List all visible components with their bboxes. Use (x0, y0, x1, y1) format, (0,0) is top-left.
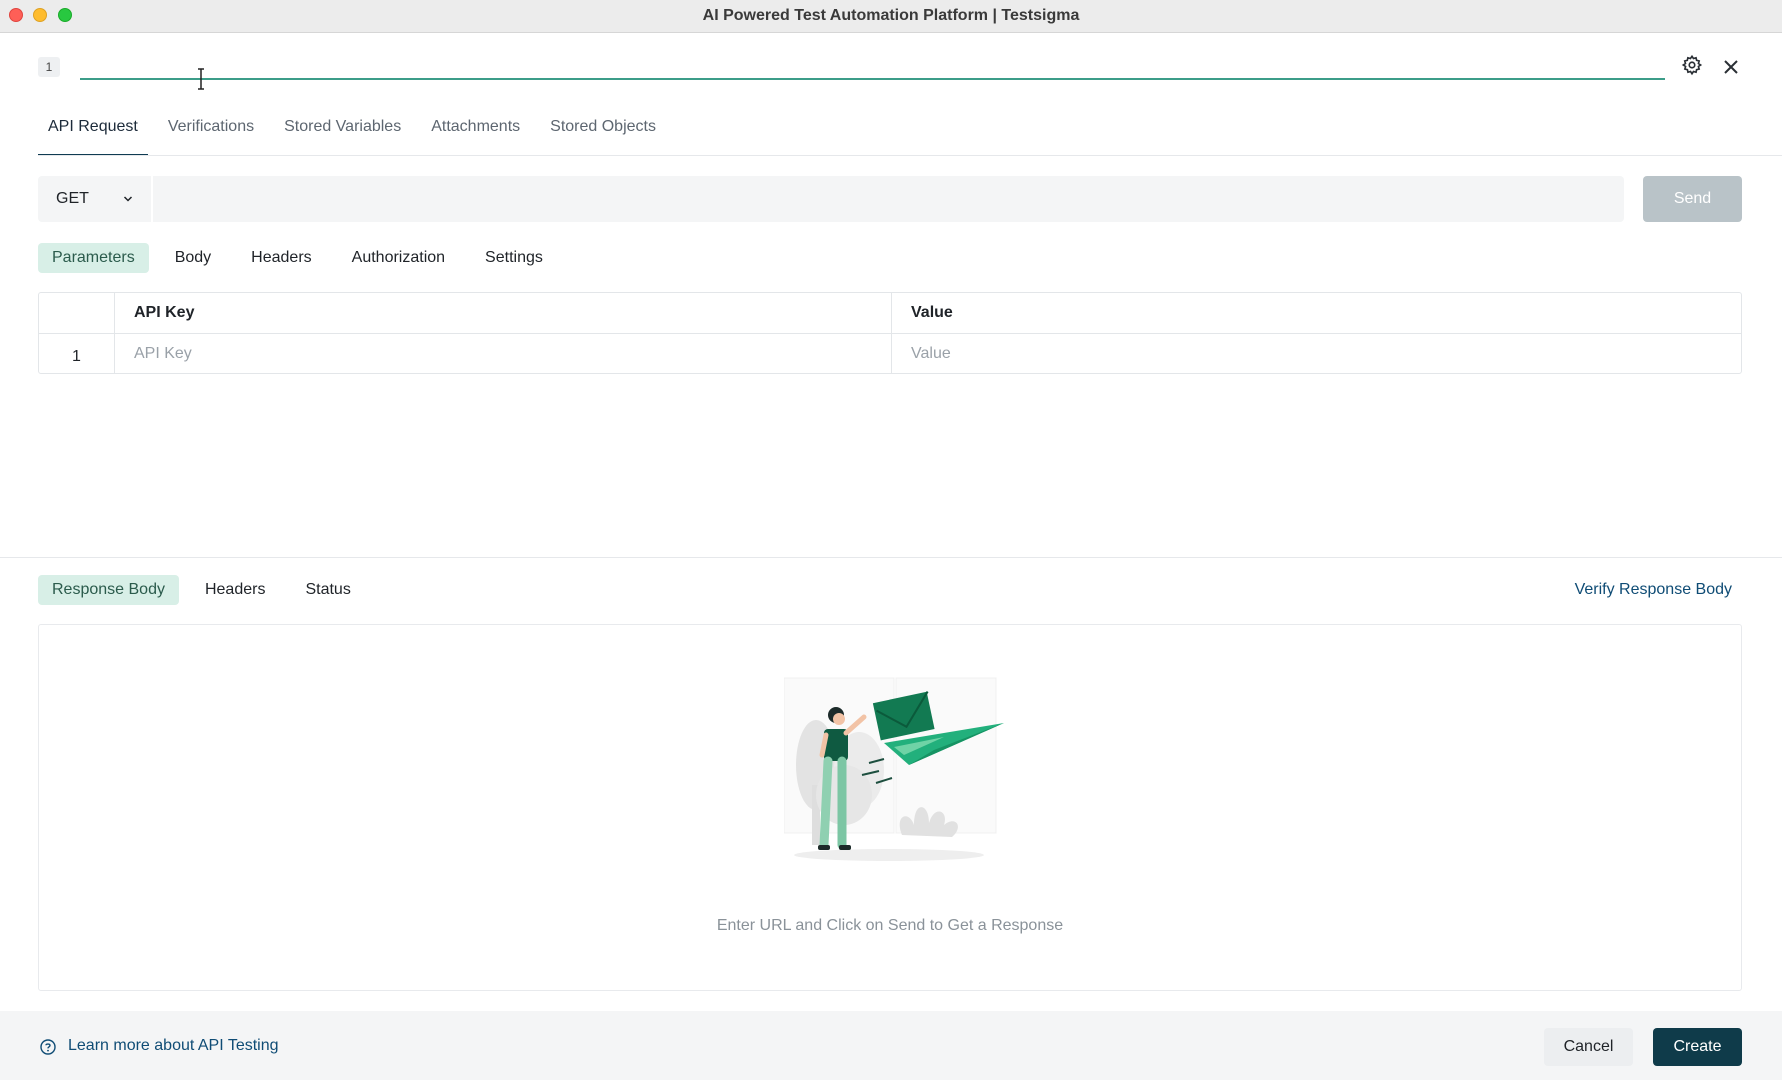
main-tabs: API Request Verifications Stored Variabl… (38, 110, 686, 156)
close-icon[interactable] (1720, 56, 1742, 78)
tab-response-headers[interactable]: Headers (191, 575, 279, 605)
send-request-illustration (784, 677, 1004, 861)
tab-verifications[interactable]: Verifications (168, 110, 254, 156)
settings-gear-icon[interactable] (1681, 54, 1703, 76)
http-method-value: GET (56, 190, 89, 207)
tab-authorization[interactable]: Authorization (338, 243, 459, 273)
empty-response-message: Enter URL and Click on Send to Get a Res… (716, 917, 1064, 934)
tab-attachments[interactable]: Attachments (431, 110, 520, 156)
tab-response-body[interactable]: Response Body (38, 575, 179, 605)
response-tabs: Response Body Headers Status (38, 575, 377, 605)
step-name-input[interactable] (80, 56, 1665, 80)
api-key-input[interactable] (134, 334, 891, 373)
verify-response-body-link[interactable]: Verify Response Body (1575, 581, 1732, 599)
api-key-cell (115, 334, 892, 373)
request-tabs: Parameters Body Headers Authorization Se… (38, 243, 569, 273)
create-button[interactable]: Create (1653, 1028, 1742, 1066)
tab-parameters[interactable]: Parameters (38, 243, 149, 273)
tabs-divider (38, 155, 1782, 156)
window-title: AI Powered Test Automation Platform | Te… (702, 7, 1080, 24)
tab-api-request[interactable]: API Request (38, 110, 148, 156)
request-bar: GET (38, 176, 1624, 222)
send-button[interactable]: Send (1643, 176, 1742, 222)
http-method-select[interactable]: GET (38, 176, 153, 222)
response-panel: Enter URL and Click on Send to Get a Res… (38, 624, 1742, 991)
window-titlebar: AI Powered Test Automation Platform | Te… (0, 0, 1782, 33)
chevron-down-icon (123, 196, 133, 202)
value-input[interactable] (911, 334, 1741, 373)
index-column-header (39, 293, 115, 333)
text-cursor-icon (198, 68, 204, 90)
step-number-badge: 1 (38, 57, 60, 77)
tab-stored-variables[interactable]: Stored Variables (284, 110, 401, 156)
cancel-button[interactable]: Cancel (1544, 1028, 1633, 1066)
url-input[interactable] (155, 176, 1624, 222)
tab-stored-objects[interactable]: Stored Objects (550, 110, 656, 156)
table-row: 1 (39, 333, 1741, 373)
table-header-row: API Key Value (39, 293, 1741, 333)
learn-more-link[interactable]: Learn more about API Testing (68, 1037, 279, 1055)
footer: Learn more about API Testing Cancel Crea… (0, 1011, 1782, 1080)
tab-settings[interactable]: Settings (471, 243, 557, 273)
row-index: 1 (39, 334, 115, 373)
response-divider (0, 557, 1782, 558)
api-key-column-header: API Key (115, 293, 892, 333)
value-cell (892, 334, 1741, 373)
help-circle-icon (40, 1039, 56, 1055)
tab-response-status[interactable]: Status (291, 575, 364, 605)
tab-headers[interactable]: Headers (237, 243, 325, 273)
tab-body[interactable]: Body (161, 243, 225, 273)
value-column-header: Value (911, 304, 953, 321)
parameters-table: API Key Value 1 (38, 292, 1742, 374)
